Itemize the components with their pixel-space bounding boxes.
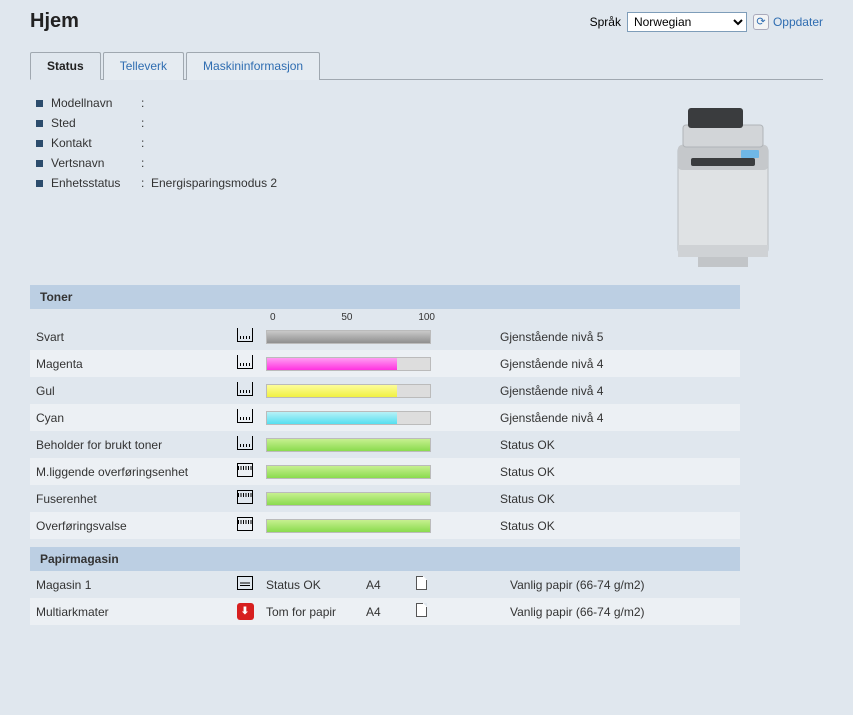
toner-name: Magenta	[30, 350, 230, 377]
tray-icon	[237, 576, 253, 590]
toner-status: Gjenstående nivå 5	[440, 323, 740, 350]
level-bar	[266, 384, 431, 398]
info-label: Sted	[51, 116, 141, 130]
level-bar	[266, 465, 431, 479]
toner-name: Svart	[30, 323, 230, 350]
info-value: Energisparingsmodus 2	[151, 176, 277, 190]
tray-status: Status OK	[260, 571, 360, 598]
toner-name: M.liggende overføringsenhet	[30, 458, 230, 485]
level-bar	[266, 438, 431, 452]
toner-row: Cyan Gjenstående nivå 4	[30, 404, 740, 431]
tray-size: A4	[360, 571, 410, 598]
toner-row: Svart Gjenstående nivå 5	[30, 323, 740, 350]
toner-status: Status OK	[440, 512, 740, 539]
component-icon	[237, 463, 253, 477]
bullet-icon	[36, 160, 43, 167]
tray-name: Multiarkmater	[30, 598, 230, 625]
tray-error-icon: ⬇	[237, 603, 254, 620]
toner-status: Status OK	[440, 431, 740, 458]
info-row: Modellnavn:	[36, 96, 277, 110]
info-label: Enhetsstatus	[51, 176, 141, 190]
toner-row: Fuserenhet Status OK	[30, 485, 740, 512]
page-icon	[416, 603, 427, 617]
toner-name: Overføringsvalse	[30, 512, 230, 539]
level-bar	[266, 357, 431, 371]
colon: :	[141, 176, 151, 190]
tray-size: A4	[360, 598, 410, 625]
cartridge-icon	[237, 328, 253, 342]
tray-row: Multiarkmater ⬇ Tom for papirA4 Vanlig papi…	[30, 598, 740, 625]
refresh-icon: ⟳	[753, 14, 769, 30]
toner-scale: 050100	[270, 309, 435, 323]
tray-name: Magasin 1	[30, 571, 230, 598]
bullet-icon	[36, 120, 43, 127]
tab-status[interactable]: Status	[30, 52, 101, 80]
info-row: Enhetsstatus:Energisparingsmodus 2	[36, 176, 277, 190]
info-label: Vertsnavn	[51, 156, 141, 170]
info-row: Vertsnavn:	[36, 156, 277, 170]
cartridge-icon	[237, 409, 253, 423]
tabs: StatusTelleverkMaskininformasjon	[30, 51, 823, 80]
toner-name: Gul	[30, 377, 230, 404]
toner-name: Cyan	[30, 404, 230, 431]
cartridge-icon	[237, 436, 253, 450]
language-select[interactable]: Norwegian	[627, 12, 747, 32]
cartridge-icon	[237, 355, 253, 369]
colon: :	[141, 136, 151, 150]
tab-maskininformasjon[interactable]: Maskininformasjon	[186, 52, 320, 80]
colon: :	[141, 116, 151, 130]
toner-row: M.liggende overføringsenhet Status OK	[30, 458, 740, 485]
toner-row: Beholder for brukt toner Status OK	[30, 431, 740, 458]
level-bar	[266, 411, 431, 425]
level-bar	[266, 519, 431, 533]
bullet-icon	[36, 180, 43, 187]
toner-section-title: Toner	[30, 285, 740, 309]
tray-type: Vanlig papir (66-74 g/m2)	[440, 598, 740, 625]
tray-status: Tom for papir	[260, 598, 360, 625]
tab-telleverk[interactable]: Telleverk	[103, 52, 184, 80]
refresh-link[interactable]: ⟳ Oppdater	[753, 14, 823, 30]
page-icon	[416, 576, 427, 590]
colon: :	[141, 156, 151, 170]
toner-name: Beholder for brukt toner	[30, 431, 230, 458]
bullet-icon	[36, 140, 43, 147]
device-info-list: Modellnavn:Sted:Kontakt:Vertsnavn:Enhets…	[36, 90, 277, 196]
tray-row: Magasin 1 Status OKA4 Vanlig papir (66-74 …	[30, 571, 740, 598]
info-row: Sted:	[36, 116, 277, 130]
cartridge-icon	[237, 382, 253, 396]
toner-status: Status OK	[440, 485, 740, 512]
level-bar	[266, 330, 431, 344]
refresh-label: Oppdater	[773, 15, 823, 29]
toner-row: Gul Gjenstående nivå 4	[30, 377, 740, 404]
page-title: Hjem	[30, 10, 79, 33]
printer-image	[663, 90, 783, 270]
tray-type: Vanlig papir (66-74 g/m2)	[440, 571, 740, 598]
language-label: Språk	[590, 15, 621, 29]
toner-status: Gjenstående nivå 4	[440, 404, 740, 431]
toner-row: Magenta Gjenstående nivå 4	[30, 350, 740, 377]
level-bar	[266, 492, 431, 506]
toner-row: Overføringsvalse Status OK	[30, 512, 740, 539]
info-row: Kontakt:	[36, 136, 277, 150]
colon: :	[141, 96, 151, 110]
component-icon	[237, 490, 253, 504]
info-label: Modellnavn	[51, 96, 141, 110]
component-icon	[237, 517, 253, 531]
tray-table: Magasin 1 Status OKA4 Vanlig papir (66-74 …	[30, 571, 740, 625]
toner-status: Status OK	[440, 458, 740, 485]
toner-status: Gjenstående nivå 4	[440, 350, 740, 377]
bullet-icon	[36, 100, 43, 107]
info-label: Kontakt	[51, 136, 141, 150]
toner-name: Fuserenhet	[30, 485, 230, 512]
toner-table: Svart Gjenstående nivå 5 Magenta Gjenståend…	[30, 323, 740, 539]
tray-section-title: Papirmagasin	[30, 547, 740, 571]
toner-status: Gjenstående nivå 4	[440, 377, 740, 404]
